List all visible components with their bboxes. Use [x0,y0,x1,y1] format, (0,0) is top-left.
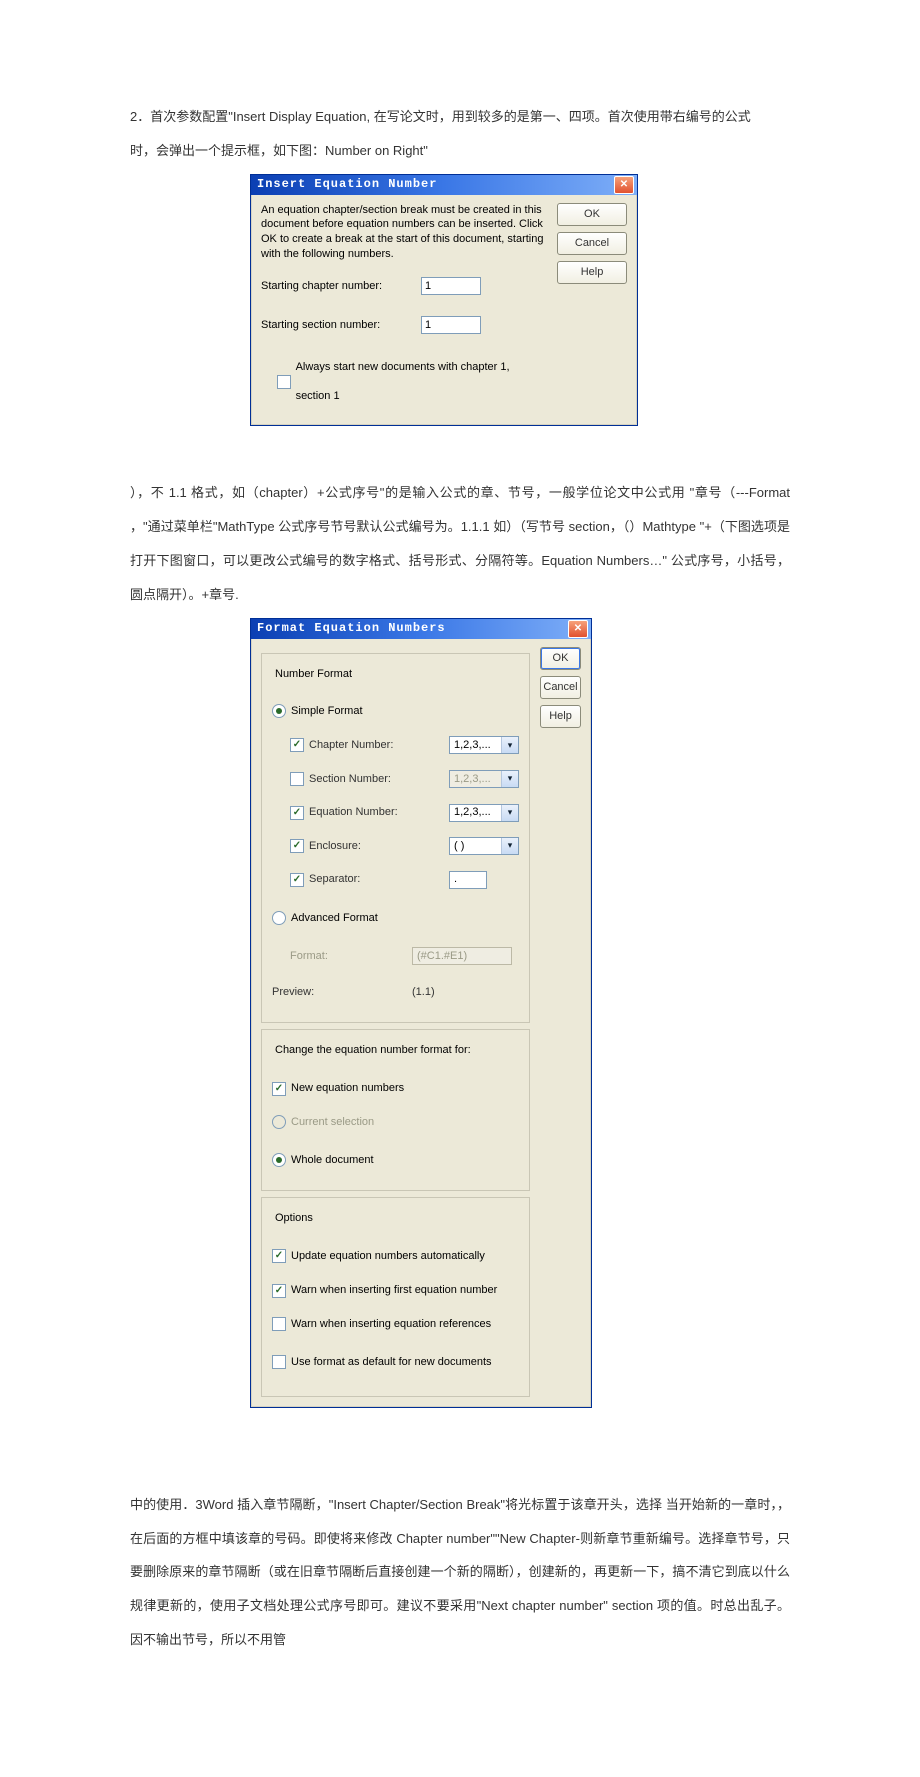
enclosure-label: Enclosure: [309,832,449,861]
advanced-format-label: Advanced Format [291,904,378,933]
preview-value: (1.1) [412,978,435,1007]
chevron-down-icon: ▾ [501,805,518,821]
dialog-title: Format Equation Numbers [257,613,446,644]
change-format-group: Change the equation number format for: N… [261,1029,530,1191]
change-format-legend: Change the equation number format for: [272,1036,474,1065]
number-format-group: Number Format Simple Format Chapter Numb… [261,653,530,1024]
titlebar: Insert Equation Number ✕ [251,175,637,195]
chapter-number-label: Chapter Number: [309,731,449,760]
help-button[interactable]: Help [540,705,581,728]
simple-format-radio[interactable]: Simple Format [272,697,363,726]
chapter-number-checkbox[interactable] [290,738,304,752]
chapter-number-input[interactable] [421,277,481,295]
cancel-button[interactable]: Cancel [557,232,627,255]
body-paragraph-3: 中的使用．3Word 插入章节隔断，"Insert Chapter/Sectio… [130,1488,790,1657]
opt-warn-first-checkbox[interactable]: Warn when inserting first equation numbe… [272,1276,497,1305]
equation-number-checkbox[interactable] [290,806,304,820]
equation-number-combo[interactable]: 1,2,3,...▾ [449,804,519,822]
always-start-label: Always start new documents with chapter … [296,353,547,410]
ok-button[interactable]: OK [540,647,581,670]
format-equation-numbers-dialog: Format Equation Numbers ✕ Number Format … [250,618,592,1408]
options-legend: Options [272,1204,316,1233]
body-paragraph-1: 2．首次参数配置"Insert Display Equation, 在写论文时，… [130,100,790,134]
separator-combo[interactable]: . [449,871,487,889]
current-selection-radio: Current selection [272,1108,374,1137]
number-format-legend: Number Format [272,660,355,689]
opt-update-auto-checkbox[interactable]: Update equation numbers automatically [272,1242,485,1271]
current-selection-label: Current selection [291,1108,374,1137]
chevron-down-icon: ▾ [501,771,518,787]
body-paragraph-2: ），不 1.1 格式，如（chapter）+公式序号"的是输入公式的章、节号，一… [130,476,790,611]
new-equation-numbers-label: New equation numbers [291,1074,404,1103]
help-button[interactable]: Help [557,261,627,284]
body-paragraph-1b: 时，会弹出一个提示框，如下图：Number on Right" [130,134,790,168]
preview-label: Preview: [272,978,412,1007]
format-field-label: Format: [290,942,412,971]
whole-document-radio[interactable]: Whole document [272,1146,374,1175]
enclosure-combo[interactable]: ( )▾ [449,837,519,855]
dialog-message: An equation chapter/section break must b… [261,203,547,262]
chevron-down-icon: ▾ [501,737,518,753]
chapter-number-combo[interactable]: 1,2,3,...▾ [449,736,519,754]
cancel-button[interactable]: Cancel [540,676,581,699]
titlebar: Format Equation Numbers ✕ [251,619,591,639]
section-number-checkbox[interactable] [290,772,304,786]
opt-warn-ref-checkbox[interactable]: Warn when inserting equation references [272,1310,491,1339]
separator-checkbox[interactable] [290,873,304,887]
enclosure-checkbox[interactable] [290,839,304,853]
section-number-combo: 1,2,3,...▾ [449,770,519,788]
chapter-number-label: Starting chapter number: [261,272,421,301]
dialog-title: Insert Equation Number [257,169,437,200]
always-start-checkbox[interactable]: Always start new documents with chapter … [277,353,547,410]
insert-equation-number-dialog: Insert Equation Number ✕ An equation cha… [250,174,638,427]
ok-button[interactable]: OK [557,203,627,226]
advanced-format-radio[interactable]: Advanced Format [272,904,378,933]
opt-default-checkbox[interactable]: Use format as default for new documents [272,1348,492,1377]
section-number-input[interactable] [421,316,481,334]
whole-document-label: Whole document [291,1146,374,1175]
new-equation-numbers-checkbox[interactable]: New equation numbers [272,1074,404,1103]
format-field: (#C1.#E1) [412,947,512,965]
section-number-label: Section Number: [309,765,449,794]
options-group: Options Update equation numbers automati… [261,1197,530,1397]
close-icon[interactable]: ✕ [614,176,634,194]
equation-number-label: Equation Number: [309,798,449,827]
chevron-down-icon: ▾ [501,838,518,854]
close-icon[interactable]: ✕ [568,620,588,638]
section-number-label: Starting section number: [261,311,421,340]
simple-format-label: Simple Format [291,697,363,726]
separator-label: Separator: [309,865,449,894]
